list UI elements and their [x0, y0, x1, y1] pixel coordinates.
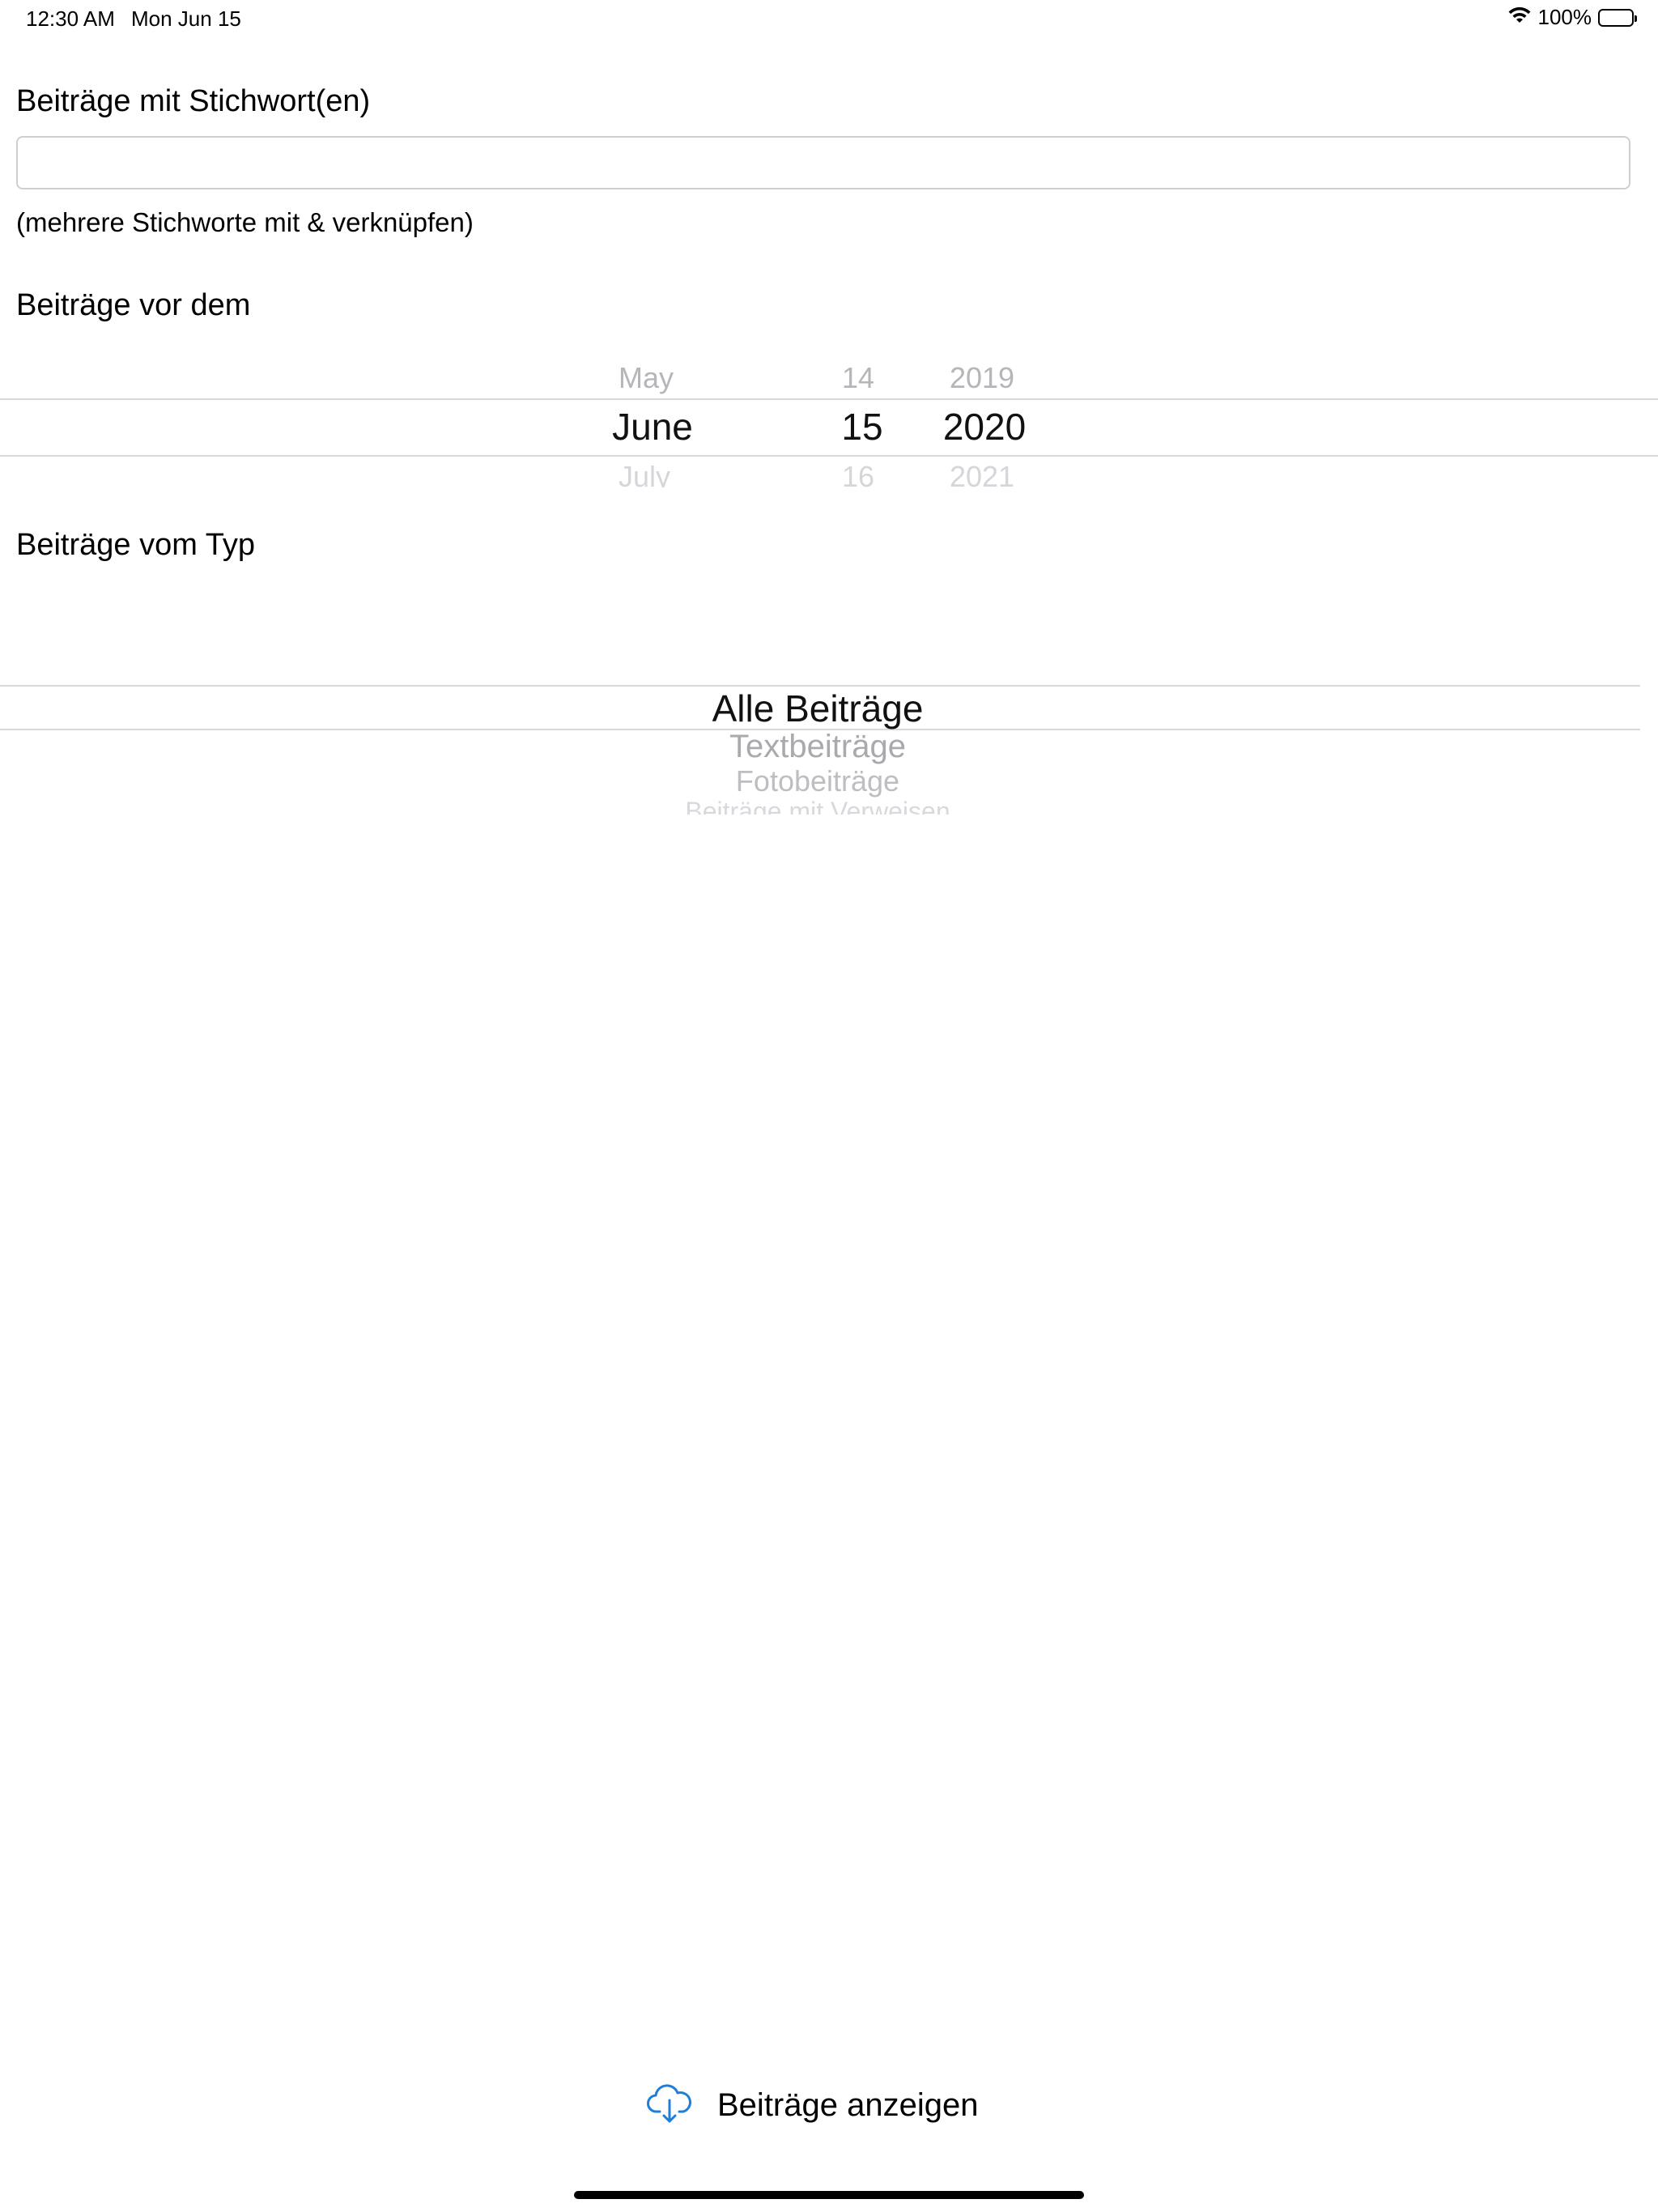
type-picker-label: Beiträge vom Typ [16, 528, 256, 562]
keywords-input[interactable] [16, 136, 1630, 189]
month-prev[interactable]: May [619, 361, 674, 395]
battery-icon [1598, 8, 1637, 27]
day-prev[interactable]: 14 [842, 361, 874, 395]
day-selected[interactable]: 15 [841, 405, 882, 449]
type-option-selected[interactable]: Alle Beiträge [712, 687, 924, 730]
year-prev[interactable]: 2019 [950, 361, 1014, 395]
year-selected[interactable]: 2020 [943, 405, 1026, 449]
battery-percent: 100% [1537, 5, 1592, 29]
status-time: 12:30 AM [26, 6, 115, 31]
status-date: Mon Jun 15 [131, 6, 241, 31]
show-posts-label: Beiträge anzeigen [717, 2087, 979, 2123]
keywords-label: Beiträge mit Stichwort(en) [16, 84, 371, 118]
type-option[interactable]: Textbeiträge [729, 729, 906, 765]
type-option[interactable]: Fotobeiträge [736, 764, 899, 798]
date-picker-selection-band [0, 398, 1658, 457]
keywords-hint: (mehrere Stichworte mit & verknüpfen) [16, 207, 474, 237]
month-selected[interactable]: June [612, 405, 693, 449]
cloud-download-icon [646, 2082, 693, 2129]
show-posts-button[interactable]: Beiträge anzeigen [646, 2082, 978, 2129]
month-next[interactable]: July [619, 460, 670, 487]
status-indicators: 100% [1507, 5, 1637, 30]
year-next[interactable]: 2021 [950, 460, 1014, 487]
day-next[interactable]: 16 [842, 460, 874, 487]
date-picker-label: Beiträge vor dem [16, 288, 251, 322]
wifi-icon [1507, 5, 1532, 30]
type-option[interactable]: Beiträge mit Verweisen [685, 797, 950, 815]
home-indicator[interactable] [574, 2191, 1084, 2199]
